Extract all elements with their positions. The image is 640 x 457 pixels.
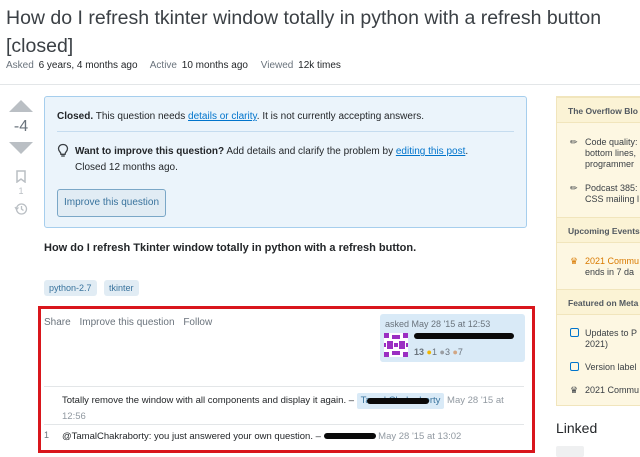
comment-1-text: Totally remove the window with all compo… xyxy=(62,395,355,406)
comments-mid-divider xyxy=(44,424,524,425)
improve-prompt: Want to improve this question? Add detai… xyxy=(75,144,515,176)
asked-label: Asked xyxy=(6,60,34,71)
comment-2-score: 1 xyxy=(44,430,50,440)
improve-question-link[interactable]: Improve this question xyxy=(79,317,174,328)
reputation-line: 13 ●1 ●3 ●7 xyxy=(414,347,463,357)
speech-bubble-icon xyxy=(570,328,579,340)
lightbulb-icon xyxy=(57,143,69,157)
improve-question-button[interactable]: Improve this question xyxy=(57,189,166,217)
header-divider xyxy=(0,84,640,85)
pencil-icon: ✏ xyxy=(570,137,578,147)
comment-2-date[interactable]: May 28 '15 at 13:02 xyxy=(378,431,461,442)
viewed-label: Viewed xyxy=(260,60,294,71)
upvote-arrow-icon[interactable] xyxy=(9,100,33,112)
avatar[interactable] xyxy=(384,333,408,357)
tag-tkinter[interactable]: tkinter xyxy=(103,280,139,296)
event-icon: ♛ xyxy=(570,385,579,395)
comment-2-text: @TamalChakraborty: you just answered you… xyxy=(62,431,321,442)
improve-post: . xyxy=(465,146,469,157)
vote-cell: -4 1 xyxy=(8,100,34,216)
comment-1-user-redaction xyxy=(366,398,429,404)
closed-ago: Closed 12 months ago. xyxy=(75,162,178,173)
speech-bubble-icon xyxy=(570,362,579,374)
downvote-arrow-icon[interactable] xyxy=(9,142,33,154)
linked-item-count[interactable] xyxy=(556,446,584,457)
asked-date[interactable]: asked May 28 '15 at 12:53 xyxy=(385,319,490,329)
blog-heading: The Overflow Blo xyxy=(557,97,640,123)
comment-2: @TamalChakraborty: you just answered you… xyxy=(62,430,517,444)
improve-pre: Add details and clarify the problem by xyxy=(226,146,394,157)
event-icon: ♛ xyxy=(570,256,579,266)
asked-value: 6 years, 4 months ago xyxy=(38,60,138,71)
question-title[interactable]: How do I refresh tkinter window totally … xyxy=(6,4,636,60)
asker-user-card: asked May 28 '15 at 12:53 13 ●1 ●3 ●7 xyxy=(380,314,525,362)
vote-score: -4 xyxy=(13,118,29,135)
meta-heading: Featured on Meta xyxy=(557,289,640,315)
silver-count: 3 xyxy=(444,347,450,357)
history-icon[interactable] xyxy=(14,202,28,216)
bronze-count: 7 xyxy=(457,347,463,357)
gold-count: 1 xyxy=(431,347,437,357)
asker-name-redacted[interactable] xyxy=(414,333,514,339)
details-clarity-link[interactable]: details or clarity xyxy=(188,111,257,122)
closed-pre: This question needs xyxy=(95,111,186,122)
active-value[interactable]: 10 months ago xyxy=(182,60,248,71)
tag-list: python-2.7 tkinter xyxy=(44,278,142,296)
events-heading: Upcoming Events xyxy=(557,217,640,243)
reputation-score: 13 xyxy=(414,347,425,357)
comment-1: Totally remove the window with all compo… xyxy=(62,393,517,425)
post-menu: Share Improve this question Follow xyxy=(44,317,218,328)
follow-link[interactable]: Follow xyxy=(183,317,212,328)
edit-post-link[interactable]: editing this post xyxy=(396,146,466,157)
question-meta: Asked 6 years, 4 months ago Active 10 mo… xyxy=(6,60,351,71)
sidebar-widget: The Overflow Blo ✏ Code quality: bottom l… xyxy=(556,96,640,406)
comment-2-user-redaction[interactable] xyxy=(323,433,376,440)
linked-heading: Linked xyxy=(556,420,598,436)
closed-bold: Closed. xyxy=(57,111,94,122)
closed-reason: Closed. This question needs details or c… xyxy=(57,111,424,122)
comment-1-user[interactable]: Tamal Chakraborty xyxy=(356,393,445,409)
notice-divider xyxy=(57,131,514,132)
share-link[interactable]: Share xyxy=(44,317,71,328)
closed-notice: Closed. This question needs details or c… xyxy=(44,96,527,228)
pencil-icon: ✏ xyxy=(570,183,578,193)
active-label: Active xyxy=(149,60,177,71)
closed-post: . It is not currently accepting answers. xyxy=(256,111,425,122)
question-body: How do I refresh Tkinter window totally … xyxy=(44,242,417,254)
bookmark-count: 1 xyxy=(18,186,24,196)
improve-bold: Want to improve this question? xyxy=(75,146,225,157)
bookmark-icon[interactable] xyxy=(16,170,26,183)
comments-top-divider xyxy=(44,386,524,387)
viewed-value: 12k times xyxy=(298,60,341,71)
tag-python-2-7[interactable]: python-2.7 xyxy=(44,280,97,296)
